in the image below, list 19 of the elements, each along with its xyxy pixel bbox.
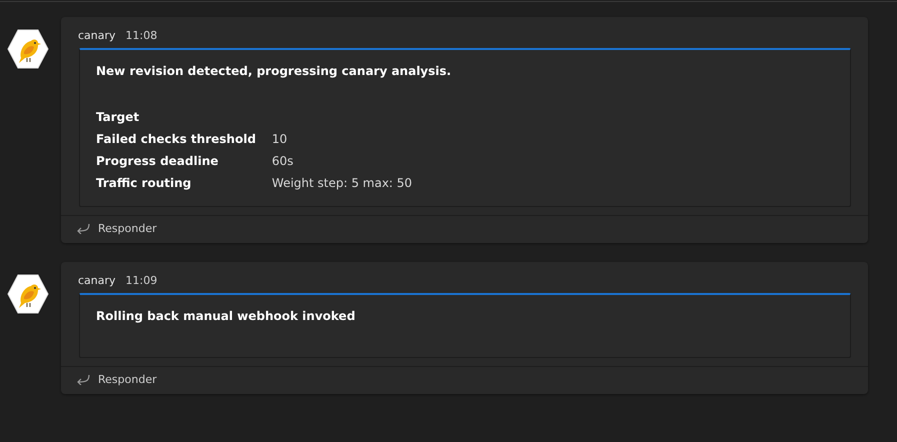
reply-button[interactable]: Responder (75, 373, 157, 386)
reply-icon (75, 223, 90, 234)
card-title: Rolling back manual webhook invoked (96, 309, 356, 323)
message-time: 11:08 (126, 29, 158, 42)
fact-value: 60s (272, 154, 294, 168)
sender-name: canary (78, 29, 116, 42)
card-title: New revision detected, progressing canary analysis. (96, 64, 452, 78)
fact-label: Progress deadline (96, 154, 220, 168)
fact-label: Traffic routing (96, 176, 192, 190)
message-time: 11:09 (126, 274, 158, 287)
fact-value: Weight step: 5 max: 50 (272, 176, 414, 190)
sender-name: canary (78, 274, 116, 287)
reply-icon (75, 374, 90, 385)
reply-button[interactable]: Responder (75, 222, 157, 235)
bird-avatar-icon (7, 273, 49, 315)
fact-label: Failed checks threshold (96, 132, 256, 146)
bird-avatar-icon (7, 28, 49, 70)
fact-label: Target (96, 110, 140, 124)
fact-value: 10 (272, 132, 288, 146)
